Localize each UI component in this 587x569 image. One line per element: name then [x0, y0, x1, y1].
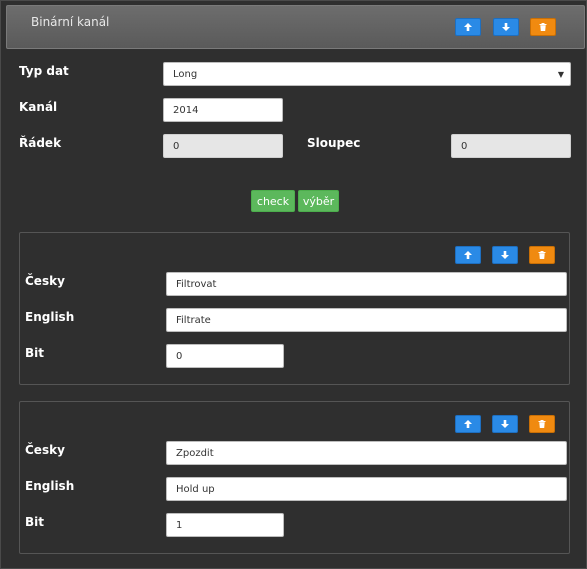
bit-label: Bit — [25, 515, 44, 529]
binary-channel-panel: Binární kanál Typ dat Long ▼ Kanál 2014 … — [0, 0, 587, 569]
english-label: English — [25, 479, 75, 493]
arrow-up-icon — [464, 251, 472, 259]
english-value: Hold up — [176, 483, 215, 495]
delete-button[interactable] — [530, 18, 556, 36]
data-type-value: Long — [173, 68, 198, 80]
bit-value: 0 — [176, 350, 183, 362]
row-value: 0 — [173, 140, 180, 152]
czech-input[interactable]: Filtrovat — [166, 272, 567, 296]
english-input[interactable]: Hold up — [166, 477, 567, 501]
move-up-button[interactable] — [455, 246, 481, 264]
row-input: 0 — [163, 134, 283, 158]
czech-label: Česky — [25, 443, 65, 457]
trash-icon — [539, 23, 547, 31]
trash-icon — [538, 420, 546, 428]
column-input: 0 — [451, 134, 571, 158]
check-button[interactable]: check — [251, 190, 295, 212]
data-type-label: Typ dat — [19, 64, 69, 78]
delete-button[interactable] — [529, 246, 555, 264]
arrow-up-icon — [464, 420, 472, 428]
czech-value: Filtrovat — [176, 278, 217, 290]
bit-input[interactable]: 1 — [166, 513, 284, 537]
column-value: 0 — [461, 140, 468, 152]
czech-value: Zpozdit — [176, 447, 214, 459]
move-up-button[interactable] — [455, 18, 481, 36]
arrow-down-icon — [501, 420, 509, 428]
select-button[interactable]: výběr — [298, 190, 339, 212]
bit-label: Bit — [25, 346, 44, 360]
bit-item-card: Česky Filtrovat English Filtrate Bit 0 — [19, 232, 570, 385]
bit-value: 1 — [176, 519, 183, 531]
czech-input[interactable]: Zpozdit — [166, 441, 567, 465]
english-value: Filtrate — [176, 314, 211, 326]
arrow-up-icon — [464, 23, 472, 31]
bit-item-card: Česky Zpozdit English Hold up Bit 1 — [19, 401, 570, 554]
move-down-button[interactable] — [492, 415, 518, 433]
panel-header: Binární kanál — [6, 5, 585, 49]
delete-button[interactable] — [529, 415, 555, 433]
bit-input[interactable]: 0 — [166, 344, 284, 368]
panel-title: Binární kanál — [31, 15, 110, 29]
data-type-select[interactable]: Long ▼ — [163, 62, 571, 86]
move-down-button[interactable] — [493, 18, 519, 36]
chevron-down-icon: ▼ — [557, 70, 564, 79]
english-label: English — [25, 310, 75, 324]
channel-label: Kanál — [19, 100, 58, 114]
czech-label: Česky — [25, 274, 65, 288]
channel-input[interactable]: 2014 — [163, 98, 283, 122]
channel-value: 2014 — [173, 104, 199, 116]
english-input[interactable]: Filtrate — [166, 308, 567, 332]
arrow-down-icon — [502, 23, 510, 31]
move-up-button[interactable] — [455, 415, 481, 433]
move-down-button[interactable] — [492, 246, 518, 264]
column-label: Sloupec — [307, 136, 361, 150]
row-label: Řádek — [19, 136, 62, 150]
trash-icon — [538, 251, 546, 259]
arrow-down-icon — [501, 251, 509, 259]
